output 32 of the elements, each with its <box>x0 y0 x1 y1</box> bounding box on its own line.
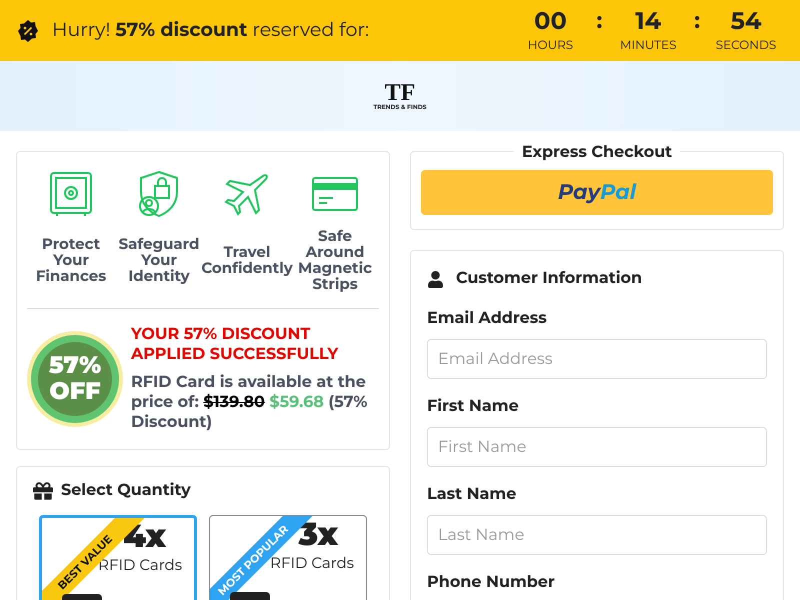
badge-text: OFF <box>49 379 101 405</box>
timer-unit: HOURS <box>528 36 574 54</box>
timer-separator: : <box>694 6 700 34</box>
quantity-count: 3x <box>298 516 338 554</box>
field-label: First Name <box>427 396 520 418</box>
gift-icon <box>33 481 53 501</box>
input-field[interactable]: Last Name <box>427 515 767 555</box>
feature-label: Travel Confidently <box>201 241 293 279</box>
input-field[interactable]: Email Address <box>427 339 767 379</box>
timer-value: 00 <box>534 6 567 36</box>
timer-separator: : <box>596 6 602 34</box>
feature-label: Protect Your Finances <box>34 233 108 287</box>
field-label: Email Address <box>427 308 548 330</box>
field-label: Last Name <box>427 484 518 506</box>
field-label: Phone Number <box>427 572 556 594</box>
feature-label: Safe Around Magnetic Strips <box>297 228 373 292</box>
input-field[interactable]: First Name <box>427 427 767 467</box>
section-title: Select Quantity <box>61 480 191 502</box>
price-text: RFID Card is available at the price of: $139.80 $59.68 (57% Discount) <box>131 373 368 433</box>
promo-message: Hurry! 57% discount reserved for: <box>52 17 370 44</box>
discount-headline: YOUR 57% DISCOUNT APPLIED SUCCESSFULLY <box>131 325 340 365</box>
timer-value: 14 <box>635 6 662 36</box>
paypal-button[interactable]: PayPal <box>421 170 773 215</box>
timer-value: 54 <box>730 6 762 36</box>
timer-unit: SECONDS <box>716 36 776 54</box>
user-icon <box>427 270 444 288</box>
safe-icon <box>47 170 95 218</box>
badge-text: 57% <box>48 353 102 379</box>
timer-unit: MINUTES <box>620 36 676 54</box>
discount-badge-icon <box>16 18 40 42</box>
section-title: Customer Information <box>456 268 642 290</box>
feature-label: Safeguard Your Identity <box>118 233 200 287</box>
